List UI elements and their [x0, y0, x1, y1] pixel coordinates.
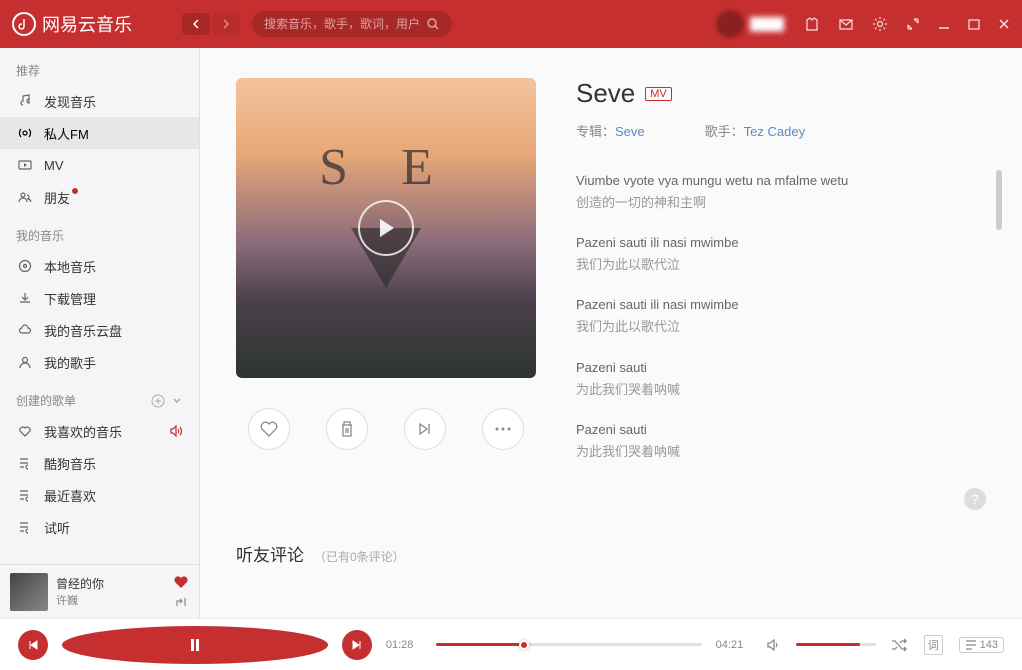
sidebar-item-kugou[interactable]: 酷狗音乐	[0, 447, 199, 479]
now-playing-artist: 许巍	[56, 592, 165, 608]
next-button[interactable]	[404, 408, 446, 450]
cloud-icon	[16, 323, 34, 337]
nav-history	[182, 13, 240, 35]
sidebar-item-fm[interactable]: 私人FM	[0, 117, 199, 149]
player-pause-button[interactable]	[62, 626, 328, 664]
playlist-icon	[16, 520, 34, 534]
disc-icon	[16, 259, 34, 273]
user-avatar	[716, 10, 744, 38]
sidebar-item-download[interactable]: 下载管理	[0, 282, 199, 314]
user-area[interactable]: ████	[716, 10, 784, 38]
trash-button[interactable]	[326, 408, 368, 450]
heart-icon	[16, 424, 34, 438]
lyric-block: Pazeni sauti为此我们哭着呐喊	[576, 419, 986, 463]
close-icon[interactable]	[998, 18, 1010, 30]
like-icon[interactable]	[173, 575, 189, 589]
total-time: 04:21	[716, 639, 752, 651]
progress-handle[interactable]	[519, 640, 529, 650]
search-box[interactable]	[252, 11, 452, 37]
player-bar: 01:28 04:21 词 143	[0, 618, 1022, 670]
sidebar-item-cloud[interactable]: 我的音乐云盘	[0, 314, 199, 346]
person-icon	[16, 355, 34, 369]
list-icon	[965, 640, 977, 650]
section-recommend: 推荐	[0, 48, 199, 85]
titlebar: 网易云音乐 ████	[0, 0, 1022, 48]
volume-icon[interactable]	[766, 637, 782, 653]
lyrics-scrollbar[interactable]	[996, 170, 1002, 230]
app-name: 网易云音乐	[42, 11, 132, 37]
search-icon[interactable]	[426, 17, 440, 31]
volume-bar[interactable]	[796, 643, 876, 646]
song-title: Seve	[576, 78, 635, 109]
download-icon	[16, 291, 34, 305]
playlist-icon	[16, 456, 34, 470]
section-my-music: 我的音乐	[0, 213, 199, 250]
share-icon[interactable]	[174, 595, 188, 609]
lyric-block: Viumbe vyote vya mungu wetu na mfalme we…	[576, 170, 986, 214]
skin-icon[interactable]	[804, 16, 820, 32]
section-created: 创建的歌单	[0, 378, 199, 415]
sidebar-item-recent[interactable]: 最近喜欢	[0, 479, 199, 511]
sidebar-item-liked[interactable]: 我喜欢的音乐	[0, 415, 199, 447]
comments-count: （已有0条评论）	[314, 548, 405, 565]
search-input[interactable]	[264, 17, 426, 31]
player-prev-button[interactable]	[18, 630, 48, 660]
play-overlay-button[interactable]	[358, 200, 414, 256]
chevron-down-icon[interactable]	[171, 394, 183, 406]
now-playing-card[interactable]: 曾经的你 许巍	[0, 564, 199, 618]
lyrics-toggle[interactable]: 词	[924, 635, 943, 655]
mail-icon[interactable]	[838, 16, 854, 32]
help-button[interactable]: ?	[964, 488, 986, 510]
sidebar-item-mv[interactable]: MV	[0, 149, 199, 181]
album-meta: 专辑：Seve	[576, 121, 645, 140]
nav-back-button[interactable]	[182, 13, 210, 35]
netease-logo-icon	[12, 12, 36, 36]
minimize-icon[interactable]	[938, 18, 950, 30]
shuffle-icon[interactable]	[890, 637, 908, 653]
sidebar-item-trial[interactable]: 试听	[0, 511, 199, 543]
lyric-block: Pazeni sauti ili nasi mwimbe我们为此以歌代泣	[576, 232, 986, 276]
playlist-button[interactable]: 143	[959, 637, 1004, 653]
people-icon	[16, 190, 34, 204]
sidebar-item-artists[interactable]: 我的歌手	[0, 346, 199, 378]
artist-meta: 歌手：Tez Cadey	[705, 121, 805, 140]
album-link[interactable]: Seve	[615, 124, 645, 139]
gear-icon[interactable]	[872, 16, 888, 32]
player-next-button[interactable]	[342, 630, 372, 660]
playing-indicator-icon	[169, 424, 183, 438]
main-content: Seve MV 专辑：Seve 歌手：Tez Cadey Viumbe vyot…	[200, 48, 1022, 618]
mv-badge[interactable]: MV	[645, 87, 672, 101]
nav-forward-button[interactable]	[212, 13, 240, 35]
play-rect-icon	[16, 158, 34, 172]
like-button[interactable]	[248, 408, 290, 450]
more-button[interactable]	[482, 408, 524, 450]
add-playlist-icon[interactable]	[151, 394, 165, 408]
now-playing-title: 曾经的你	[56, 575, 165, 592]
playlist-icon	[16, 488, 34, 502]
volume-fill	[796, 643, 860, 646]
now-playing-art	[10, 573, 48, 611]
progress-bar[interactable]	[436, 643, 702, 646]
lyric-block: Pazeni sauti ili nasi mwimbe我们为此以歌代泣	[576, 294, 986, 338]
comments-title: 听友评论	[236, 541, 304, 566]
lyric-block: Pazeni sauti为此我们哭着呐喊	[576, 357, 986, 401]
notification-dot	[72, 188, 78, 194]
sidebar-item-local[interactable]: 本地音乐	[0, 250, 199, 282]
music-note-icon	[16, 94, 34, 108]
username: ████	[750, 17, 784, 31]
sidebar-item-friends[interactable]: 朋友	[0, 181, 199, 213]
current-time: 01:28	[386, 639, 422, 651]
sidebar-item-discover[interactable]: 发现音乐	[0, 85, 199, 117]
mini-mode-icon[interactable]	[906, 17, 920, 31]
radio-icon	[16, 126, 34, 140]
progress-fill	[436, 643, 524, 646]
maximize-icon[interactable]	[968, 18, 980, 30]
sidebar: 推荐 发现音乐 私人FM MV 朋友 我的音乐 本地音乐	[0, 48, 200, 618]
artist-link[interactable]: Tez Cadey	[744, 124, 805, 139]
lyrics-panel: Viumbe vyote vya mungu wetu na mfalme we…	[576, 170, 986, 463]
app-logo: 网易云音乐	[12, 11, 132, 37]
album-art	[236, 78, 536, 378]
